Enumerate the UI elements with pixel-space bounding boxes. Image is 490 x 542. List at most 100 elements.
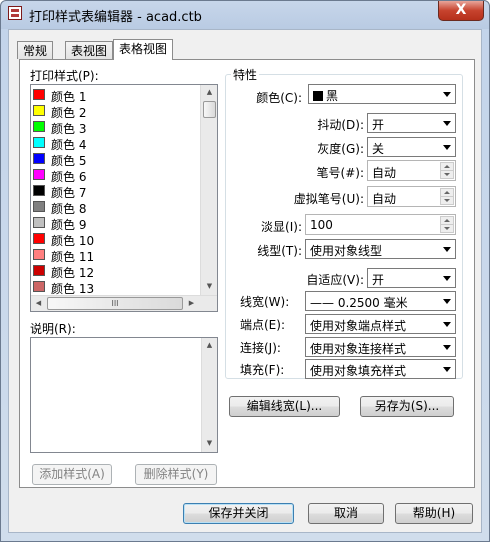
chevron-down-icon — [443, 92, 451, 97]
scroll-left-arrow-icon[interactable]: ◀ — [31, 296, 46, 311]
fill-label: 填充(F): — [240, 363, 285, 377]
scroll-up-arrow-icon[interactable]: ▲ — [202, 85, 217, 100]
title-bar[interactable]: 打印样式表编辑器 - acad.ctb X — [1, 1, 489, 27]
fill-value: 使用对象填充样式 — [310, 364, 407, 378]
properties-group-title: 特性 — [231, 66, 260, 83]
color-swatch-icon — [33, 217, 45, 228]
lineweight-select[interactable]: —— 0.2500 毫米 — [305, 291, 456, 311]
virtual-pen-value: 自动 — [372, 192, 397, 206]
screening-spinner[interactable]: 100 — [305, 214, 456, 235]
scroll-thumb[interactable] — [203, 101, 216, 118]
dither-label: 抖动(D): — [317, 118, 364, 132]
dialog-client: 常规 表视图 表格视图 打印样式(P): 颜色 1 颜色 2 颜色 3 颜色 4 颜色 … — [8, 29, 482, 533]
color-swatch-icon — [33, 249, 45, 260]
linetype-label: 线型(T): — [257, 244, 302, 258]
grayscale-select[interactable]: 关 — [367, 137, 456, 157]
dialog-window: 打印样式表编辑器 - acad.ctb X 常规 表视图 表格视图 打印样式(P… — [0, 0, 490, 542]
cancel-button[interactable]: 取消 — [308, 503, 384, 524]
line-join-select[interactable]: 使用对象连接样式 — [305, 337, 456, 357]
save-as-button[interactable]: 另存为(S)... — [360, 396, 454, 417]
line-end-label: 端点(E): — [240, 318, 285, 332]
list-item[interactable]: 颜色 2 — [33, 103, 203, 120]
color-value: 黑 — [326, 89, 339, 103]
adaptive-label: 自适应(V): — [306, 273, 364, 287]
list-item[interactable]: 颜色 3 — [33, 119, 203, 136]
plot-styles-label: 打印样式(P): — [30, 69, 99, 83]
scroll-up-arrow-icon[interactable]: ▲ — [202, 338, 217, 353]
color-swatch-icon — [33, 201, 45, 212]
color-swatch-icon — [33, 265, 45, 276]
list-item[interactable]: 颜色 8 — [33, 199, 203, 216]
color-swatch-icon — [33, 137, 45, 148]
description-label: 说明(R): — [30, 322, 76, 336]
help-button[interactable]: 帮助(H) — [395, 503, 473, 524]
color-swatch-icon — [33, 89, 45, 100]
scroll-down-arrow-icon[interactable]: ▼ — [202, 436, 217, 451]
list-item[interactable]: 颜色 9 — [33, 215, 203, 232]
list-vertical-scrollbar[interactable]: ▲ ▼ — [200, 85, 217, 295]
fill-select[interactable]: 使用对象填充样式 — [305, 359, 456, 379]
list-item[interactable]: 颜色 6 — [33, 167, 203, 184]
spin-down-arrow-icon[interactable] — [440, 224, 454, 233]
lineweight-label: 线宽(W): — [240, 295, 290, 309]
chevron-down-icon — [443, 247, 451, 252]
color-swatch-icon — [33, 185, 45, 196]
screening-value: 100 — [310, 218, 333, 232]
chevron-down-icon — [443, 121, 451, 126]
description-textarea[interactable]: ▲ ▼ — [30, 337, 218, 453]
line-end-select[interactable]: 使用对象端点样式 — [305, 314, 456, 334]
spin-down-arrow-icon[interactable] — [440, 196, 454, 205]
list-item[interactable]: 颜色 4 — [33, 135, 203, 152]
list-item[interactable]: 颜色 13 — [33, 279, 203, 296]
grayscale-value: 关 — [372, 142, 385, 156]
color-swatch-icon — [313, 91, 323, 101]
chevron-down-icon — [443, 367, 451, 372]
list-item[interactable]: 颜色 12 — [33, 263, 203, 280]
list-item[interactable]: 颜色 11 — [33, 247, 203, 264]
description-scrollbar[interactable]: ▲ ▼ — [201, 338, 217, 452]
chevron-down-icon — [443, 345, 451, 350]
color-swatch-icon — [33, 121, 45, 132]
color-swatch-icon — [33, 153, 45, 164]
plot-styles-list[interactable]: 颜色 1 颜色 2 颜色 3 颜色 4 颜色 5 颜色 6 颜色 7 颜色 8 颜色 9 颜色 1… — [30, 84, 218, 312]
line-join-label: 连接(J): — [240, 341, 281, 355]
pen-number-label: 笔号(#): — [316, 166, 364, 180]
screening-label: 淡显(I): — [261, 220, 302, 234]
tab-table-view[interactable]: 表视图 — [65, 41, 114, 59]
list-item[interactable]: 颜色 7 — [33, 183, 203, 200]
virtual-pen-spinner[interactable]: 自动 — [367, 186, 456, 207]
adaptive-value: 开 — [372, 273, 385, 287]
color-swatch-icon — [33, 281, 45, 292]
spin-down-arrow-icon[interactable] — [440, 170, 454, 179]
pen-number-spinner[interactable]: 自动 — [367, 160, 456, 181]
virtual-pen-label: 虚拟笔号(U): — [293, 192, 364, 206]
delete-style-button[interactable]: 删除样式(Y) — [135, 464, 217, 485]
chevron-down-icon — [443, 299, 451, 304]
list-item[interactable]: 颜色 5 — [33, 151, 203, 168]
list-horizontal-scrollbar[interactable]: ◀ III ▶ — [31, 295, 217, 311]
scroll-down-arrow-icon[interactable]: ▼ — [202, 279, 217, 294]
close-button[interactable]: X — [438, 1, 484, 21]
hscroll-thumb[interactable]: III — [47, 297, 183, 310]
list-item[interactable]: 颜色 1 — [33, 87, 203, 104]
pen-number-value: 自动 — [372, 166, 397, 180]
color-swatch-icon — [33, 233, 45, 244]
lineweight-value: —— 0.2500 毫米 — [310, 296, 408, 310]
tab-form-view[interactable]: 表格视图 — [113, 39, 174, 60]
linetype-select[interactable]: 使用对象线型 — [305, 239, 456, 259]
adaptive-select[interactable]: 开 — [367, 268, 456, 288]
app-icon — [8, 6, 22, 20]
color-swatch-icon — [33, 169, 45, 180]
color-label: 颜色(C): — [256, 91, 302, 105]
dither-select[interactable]: 开 — [367, 113, 456, 133]
save-close-button[interactable]: 保存并关闭 — [183, 503, 294, 524]
scroll-right-arrow-icon[interactable]: ▶ — [184, 296, 199, 311]
tab-general[interactable]: 常规 — [17, 41, 54, 59]
color-select[interactable]: 黑 — [308, 84, 456, 104]
line-join-value: 使用对象连接样式 — [310, 342, 407, 356]
chevron-down-icon — [443, 145, 451, 150]
list-item[interactable]: 颜色 10 — [33, 231, 203, 248]
chevron-down-icon — [443, 322, 451, 327]
add-style-button[interactable]: 添加样式(A) — [32, 464, 112, 485]
edit-lineweights-button[interactable]: 编辑线宽(L)... — [229, 396, 340, 417]
